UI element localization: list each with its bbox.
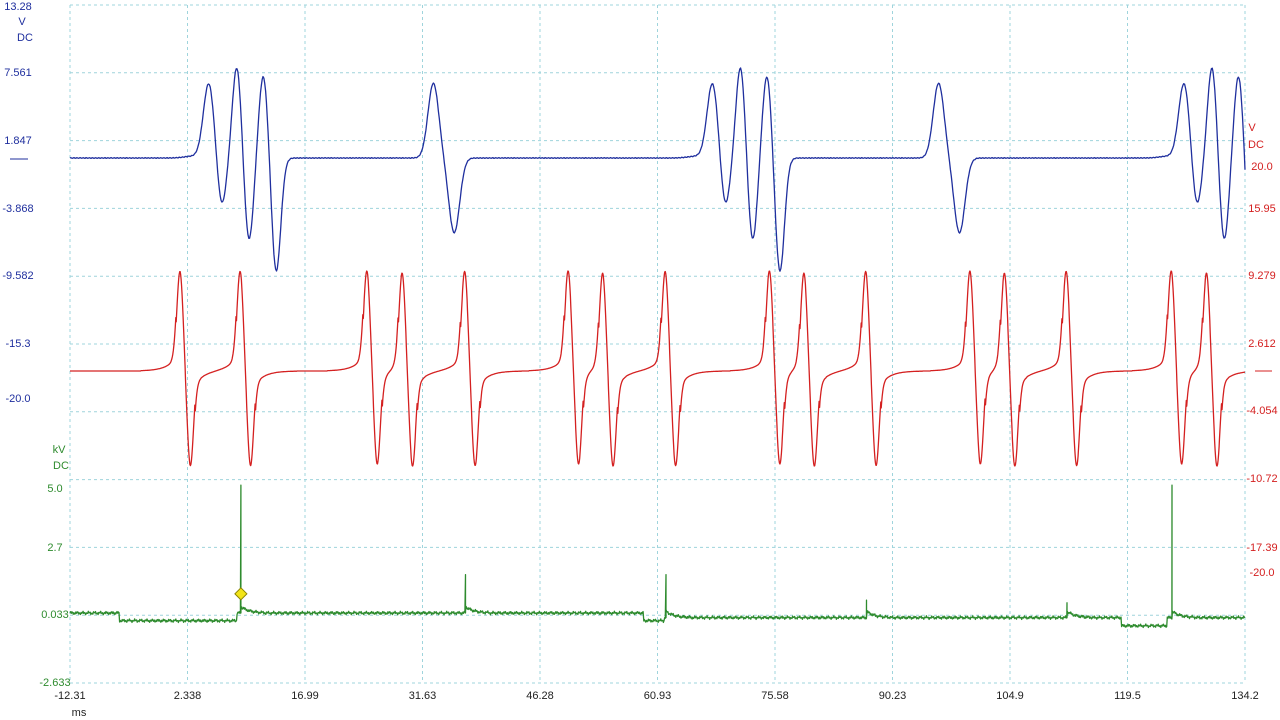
axis-b-tick-label: 9.279: [1248, 270, 1276, 282]
axis-c-tick-label: 2.7: [47, 542, 62, 554]
x-tick-label: 60.93: [644, 690, 672, 702]
axis-c-tick-label: -2.633: [39, 677, 70, 689]
axis-c-tick-label: 5.0: [47, 483, 62, 495]
x-tick-label: 119.5: [1114, 690, 1141, 702]
x-tick-label: 16.99: [291, 690, 319, 702]
axis-a-coupling: DC: [17, 32, 33, 44]
axis-a-tick-label: 13.28: [4, 1, 32, 13]
axis-a-tick-label: 7.561: [4, 67, 32, 79]
x-tick-label: 31.63: [409, 690, 437, 702]
grid: [69, 4, 1246, 684]
axis-b-tick-label: 2.612: [1248, 338, 1276, 350]
x-unit-label: ms: [72, 707, 87, 719]
axis-b-unit: V: [1248, 122, 1256, 134]
x-tick-label: 75.58: [761, 690, 789, 702]
axis-b-tick-label: 20.0: [1251, 161, 1272, 173]
oscilloscope-plot: 13.28 7.561 1.847 -3.868 -9.582 -15.3 -20.0 V DC…: [2, 1, 1277, 719]
axis-b-labels: 20.0 15.95 9.279 2.612 -4.054 -10.72 -17.39 -20…: [1246, 122, 1277, 579]
axis-a-tick-label: -15.3: [5, 338, 30, 350]
x-tick-label: 2.338: [174, 690, 202, 702]
axis-c-labels: 5.0 2.7 0.033 -2.633 kV DC: [39, 444, 70, 689]
trigger-marker-icon: [234, 587, 248, 601]
axis-a-tick-label: -20.0: [5, 393, 30, 405]
axis-b-tick-label: -20.0: [1249, 567, 1274, 579]
axis-a-labels: 13.28 7.561 1.847 -3.868 -9.582 -15.3 -20.0 V DC: [2, 1, 33, 405]
axis-a-tick-label: 1.847: [4, 135, 32, 147]
axis-b-coupling: DC: [1248, 139, 1264, 151]
x-tick-label: 90.23: [879, 690, 907, 702]
axis-b-tick-label: -17.39: [1246, 542, 1277, 554]
axis-a-tick-label: -9.582: [2, 270, 33, 282]
axis-b-tick-label: 15.95: [1248, 203, 1276, 215]
axis-b-tick-label: -10.72: [1246, 473, 1277, 485]
axis-a-tick-label: -3.868: [2, 203, 33, 215]
axis-c-unit: kV: [53, 444, 67, 456]
x-tick-label: 46.28: [526, 690, 554, 702]
axis-a-unit: V: [18, 16, 26, 28]
axis-b-tick-label: -4.054: [1246, 405, 1277, 417]
axis-c-coupling: DC: [53, 460, 69, 472]
x-axis-labels: -12.31 2.338 16.99 31.63 46.28 60.93 75.58 90.2…: [54, 690, 1258, 719]
axis-c-tick-label: 0.033: [41, 609, 69, 621]
x-tick-label: 134.2: [1231, 690, 1259, 702]
x-tick-label: 104.9: [996, 690, 1024, 702]
x-tick-label: -12.31: [54, 690, 85, 702]
